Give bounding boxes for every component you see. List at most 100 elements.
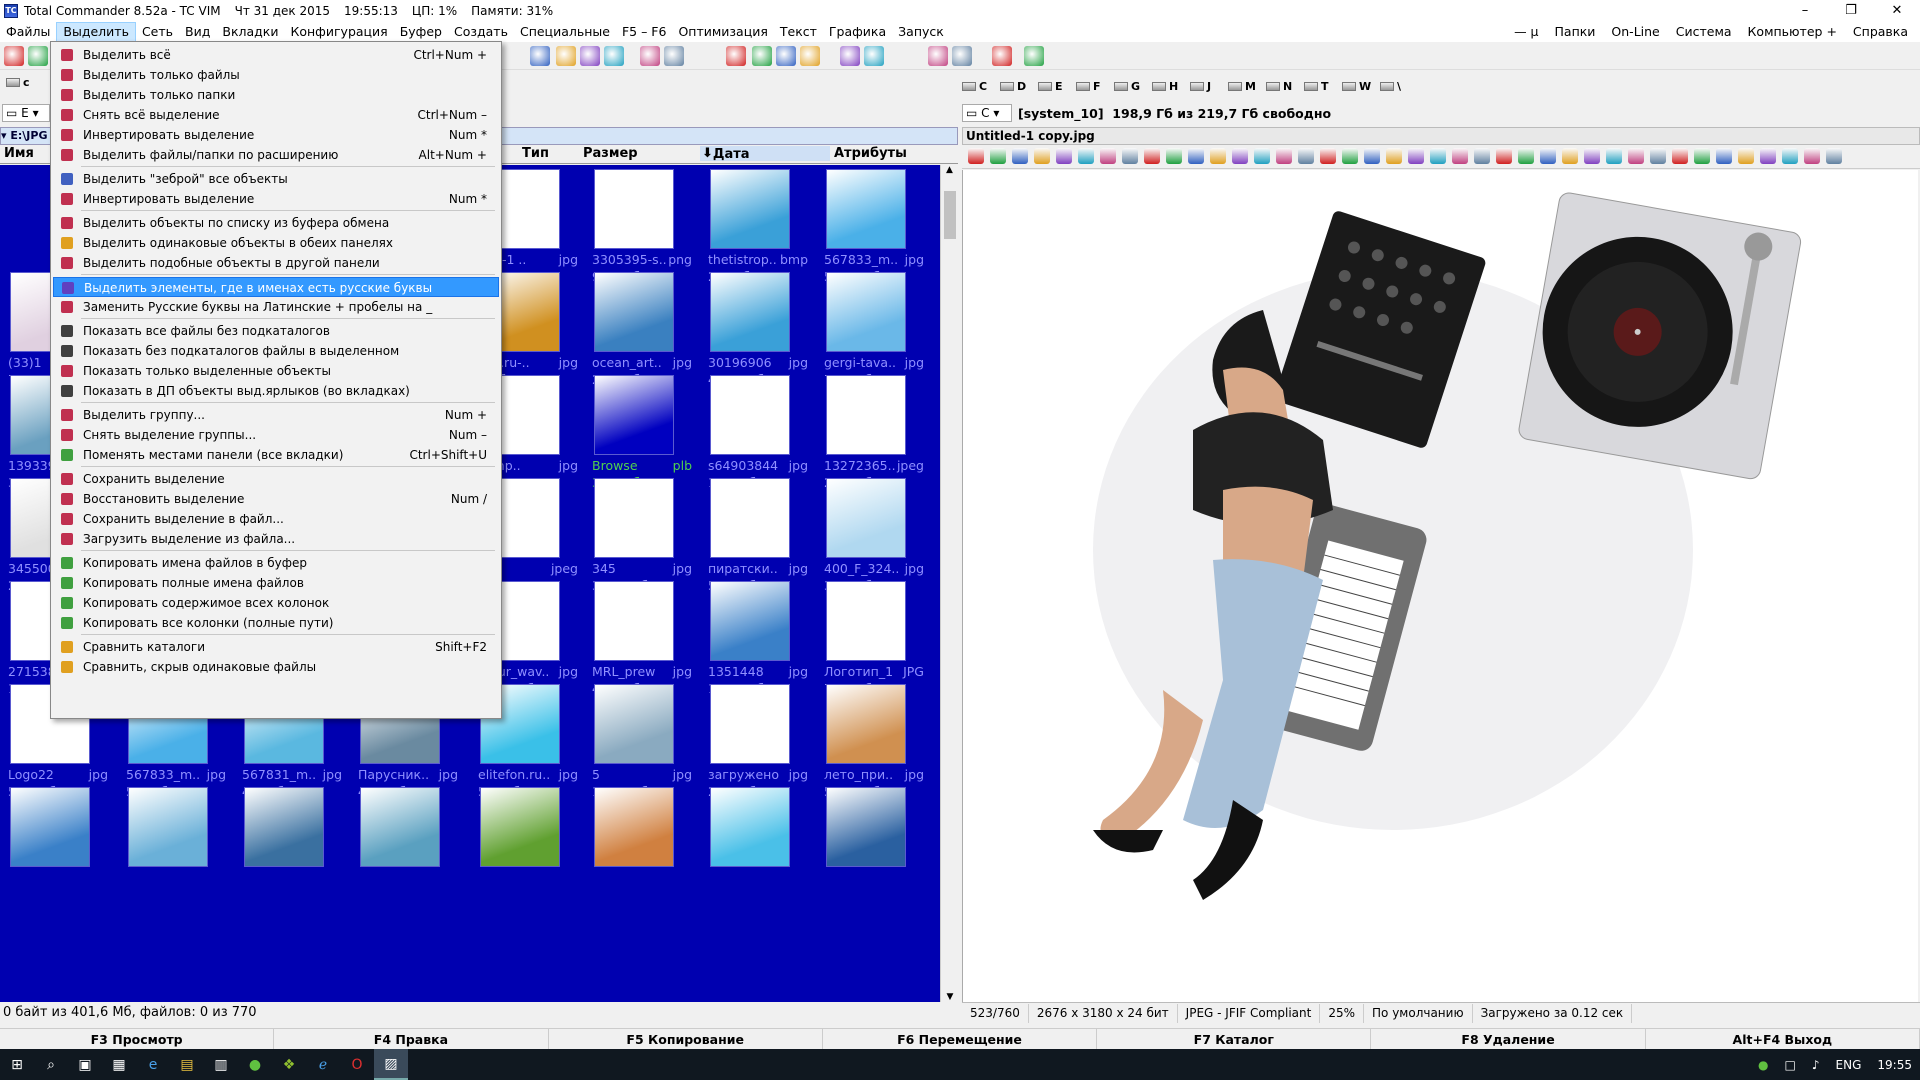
menu-12[interactable]: Графика xyxy=(823,22,892,42)
toolbar-button-icon-3[interactable] xyxy=(556,46,576,66)
viewer-tool-icon-17[interactable] xyxy=(1342,148,1358,164)
select-menu-item[interactable]: Снять выделение группы... Num – xyxy=(53,425,499,445)
select-menu-item[interactable]: Заменить Русские буквы на Латинские + пр… xyxy=(53,297,499,317)
select-menu-item[interactable]: Показать только выделенные объекты xyxy=(53,361,499,381)
viewer-tool-icon-6[interactable] xyxy=(1100,148,1116,164)
viewer-tool-icon-25[interactable] xyxy=(1518,148,1534,164)
viewer-tool-icon-34[interactable] xyxy=(1716,148,1732,164)
calculator-icon[interactable]: ▦ xyxy=(102,1049,136,1080)
left-drive-button[interactable]: c xyxy=(6,76,30,89)
toolbar-button-icon-16[interactable] xyxy=(992,46,1012,66)
scroll-down-icon[interactable]: ▼ xyxy=(941,992,959,1002)
menu-6[interactable]: Буфер xyxy=(394,22,448,42)
left-scrollbar[interactable]: ▲ ▼ xyxy=(940,165,958,1002)
viewer-tool-icon-19[interactable] xyxy=(1386,148,1402,164)
drive-button-1[interactable]: D xyxy=(1000,80,1026,93)
file-thumbnail[interactable] xyxy=(584,785,700,911)
drive-button-8[interactable]: N xyxy=(1266,80,1292,93)
viewer-tool-icon-5[interactable] xyxy=(1078,148,1094,164)
restore-icon[interactable]: ❐ xyxy=(1828,0,1874,22)
viewer-tool-icon-37[interactable] xyxy=(1782,148,1798,164)
viewer-tool-icon-35[interactable] xyxy=(1738,148,1754,164)
fkey-button-2[interactable]: F5 Копирование xyxy=(549,1029,823,1049)
file-thumbnail[interactable] xyxy=(234,785,350,911)
fkey-button-0[interactable]: F3 Просмотр xyxy=(0,1029,275,1049)
drive-button-9[interactable]: T xyxy=(1304,80,1329,93)
select-menu-item[interactable]: Сохранить выделение в файл... xyxy=(53,509,499,529)
select-menu-item[interactable]: Загрузить выделение из файла... xyxy=(53,529,499,549)
drive-button-6[interactable]: J xyxy=(1190,80,1211,93)
select-menu-item[interactable]: Инвертировать выделение Num * xyxy=(53,189,499,209)
task-view-icon[interactable]: ▣ xyxy=(68,1049,102,1080)
minimize-icon[interactable]: – xyxy=(1782,0,1828,22)
file-thumbnail[interactable] xyxy=(470,785,586,911)
menu-right-2[interactable]: On-Line xyxy=(1603,22,1667,42)
toolbar-button-icon-11[interactable] xyxy=(800,46,820,66)
menu-13[interactable]: Запуск xyxy=(892,22,950,42)
col-size[interactable]: Размер xyxy=(583,146,638,161)
opera-icon[interactable]: O xyxy=(340,1049,374,1080)
language-indicator[interactable]: ENG xyxy=(1836,1058,1862,1072)
toolbar-button-icon-9[interactable] xyxy=(752,46,772,66)
tray-app-icon[interactable]: ● xyxy=(1758,1058,1768,1072)
drive-button-7[interactable]: M xyxy=(1228,80,1256,93)
viewer-tool-icon-4[interactable] xyxy=(1056,148,1072,164)
col-date[interactable]: ⬇ Дата xyxy=(700,146,830,162)
select-menu-item[interactable]: Выделить "зеброй" все объекты xyxy=(53,169,499,189)
network-icon[interactable]: □ xyxy=(1785,1058,1796,1072)
drive-button-0[interactable]: C xyxy=(962,80,987,93)
viewer-tool-icon-38[interactable] xyxy=(1804,148,1820,164)
start-icon[interactable]: ⊞ xyxy=(0,1049,34,1080)
viewer-tool-icon-26[interactable] xyxy=(1540,148,1556,164)
select-menu-item[interactable]: Выделить элементы, где в именах есть рус… xyxy=(53,277,499,297)
select-menu-item[interactable]: Выделить файлы/папки по расширению Alt+Nu… xyxy=(53,145,499,165)
viewer-tool-icon-30[interactable] xyxy=(1628,148,1644,164)
select-menu-item[interactable]: Выделить только файлы xyxy=(53,65,499,85)
file-thumbnail[interactable] xyxy=(816,785,932,911)
select-menu-item[interactable]: Выделить объекты по списку из буфера обм… xyxy=(53,213,499,233)
menu-right-4[interactable]: Компьютер + xyxy=(1740,22,1845,42)
menu-8[interactable]: Специальные xyxy=(514,22,616,42)
viewer-tool-icon-13[interactable] xyxy=(1254,148,1270,164)
fkey-button-3[interactable]: F6 Перемещение xyxy=(823,1029,1098,1049)
ie-icon[interactable]: ℯ xyxy=(306,1049,340,1080)
menu-right-1[interactable]: Папки xyxy=(1547,22,1604,42)
select-menu-item[interactable]: Сравнить, скрыв одинаковые файлы xyxy=(53,657,499,677)
viewer-tool-icon-14[interactable] xyxy=(1276,148,1292,164)
viewer-tool-icon-0[interactable] xyxy=(968,148,984,164)
search-icon[interactable]: ⌕ xyxy=(34,1049,68,1080)
toolbar-button-icon-2[interactable] xyxy=(530,46,550,66)
viewer-tool-icon-28[interactable] xyxy=(1584,148,1600,164)
select-menu-item[interactable]: Сравнить каталоги Shift+F2 xyxy=(53,637,499,657)
viewer-tool-icon-33[interactable] xyxy=(1694,148,1710,164)
menu-1[interactable]: Выделить xyxy=(56,22,136,42)
toolbar-button-icon-10[interactable] xyxy=(776,46,796,66)
col-name[interactable]: Имя xyxy=(4,146,34,161)
menu-10[interactable]: Оптимизация xyxy=(672,22,773,42)
select-menu-item[interactable]: Снять всё выделение Ctrl+Num – xyxy=(53,105,499,125)
viewer-tool-icon-23[interactable] xyxy=(1474,148,1490,164)
select-menu-item[interactable]: Показать все файлы без подкаталогов xyxy=(53,321,499,341)
utorrent-icon[interactable]: ● xyxy=(238,1049,272,1080)
fkey-button-5[interactable]: F8 Удаление xyxy=(1371,1029,1646,1049)
scroll-thumb[interactable] xyxy=(944,191,956,239)
menu-4[interactable]: Вкладки xyxy=(216,22,284,42)
menu-2[interactable]: Сеть xyxy=(136,22,179,42)
viewer-tool-icon-11[interactable] xyxy=(1210,148,1226,164)
toolbar-button-icon-14[interactable] xyxy=(928,46,948,66)
toolbar-button-icon-8[interactable] xyxy=(726,46,746,66)
toolbar-button-icon-4[interactable] xyxy=(580,46,600,66)
select-menu-item[interactable]: Копировать полные имена файлов xyxy=(53,573,499,593)
clock[interactable]: 19:55 xyxy=(1877,1058,1912,1072)
select-menu-item[interactable]: Показать в ДП объекты выд.ярлыков (во вк… xyxy=(53,381,499,401)
select-menu-item[interactable]: Восстановить выделение Num / xyxy=(53,489,499,509)
select-menu-item[interactable]: Выделить всё Ctrl+Num + xyxy=(53,45,499,65)
viewer-tool-icon-24[interactable] xyxy=(1496,148,1512,164)
file-thumbnail[interactable] xyxy=(118,785,234,911)
right-drive-combo[interactable]: ▭ C ▾ xyxy=(962,104,1012,122)
menu-right-0[interactable]: — µ xyxy=(1506,22,1546,42)
toolbar-button-icon-5[interactable] xyxy=(604,46,624,66)
viewer-tool-icon-20[interactable] xyxy=(1408,148,1424,164)
toolbar-button-icon-13[interactable] xyxy=(864,46,884,66)
col-attr[interactable]: Атрибуты xyxy=(834,146,907,161)
